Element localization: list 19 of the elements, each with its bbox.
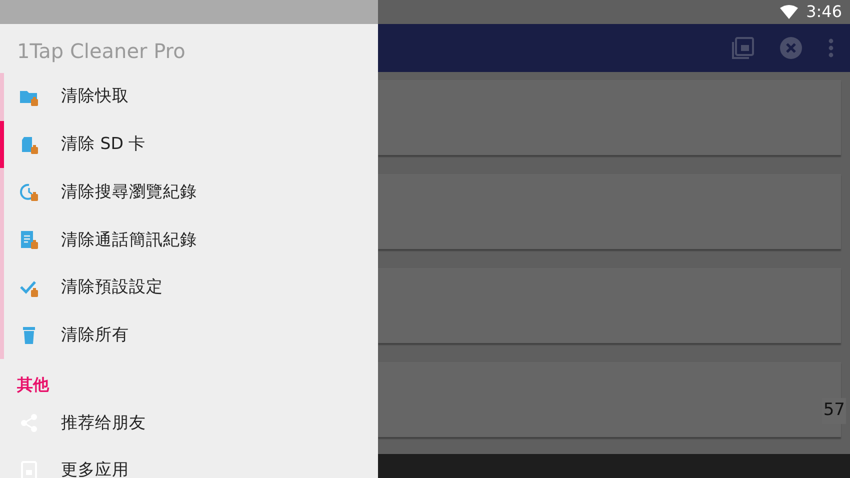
drawer-item[interactable]: 更多应用 xyxy=(0,446,378,478)
section-heading: 其他 xyxy=(16,374,50,396)
drawer-item[interactable]: 清除通話簡訊紀錄 xyxy=(0,216,378,264)
wifi-icon xyxy=(780,5,798,19)
sd-card-icon xyxy=(19,134,39,155)
drawer-item[interactable]: 清除預設設定 xyxy=(0,264,378,312)
drawer-item[interactable]: 推荐给朋友 xyxy=(0,399,378,447)
app-title: 1Tap Cleaner Pro xyxy=(16,38,186,65)
close-icon[interactable] xyxy=(780,37,802,59)
drawer-item[interactable]: 清除搜尋瀏覽紀錄 xyxy=(0,168,378,216)
drawer-item[interactable]: 清除快取 xyxy=(0,73,378,121)
document-icon xyxy=(19,230,39,250)
drawer-item[interactable]: 清除 SD 卡 xyxy=(0,120,378,168)
more-icon[interactable] xyxy=(828,38,834,58)
drawer-item[interactable]: 清除所有 xyxy=(0,311,378,360)
app-lock-icon[interactable] xyxy=(732,37,754,59)
history-icon xyxy=(19,182,39,202)
counter-text: 57 xyxy=(822,398,846,424)
time-text: 3:46 xyxy=(806,1,842,23)
